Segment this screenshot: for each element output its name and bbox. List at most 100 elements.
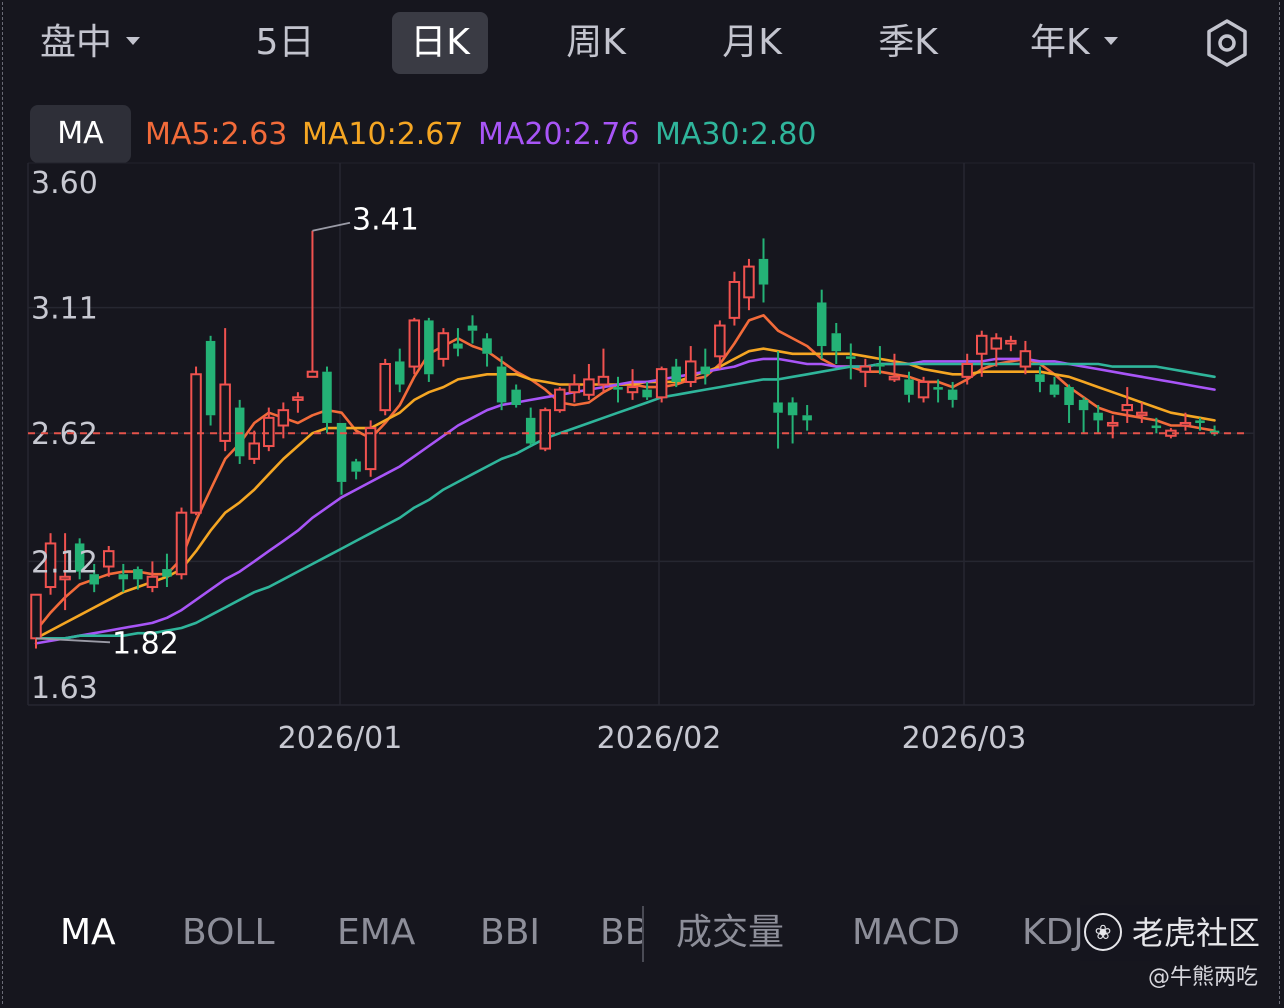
low-annotation: 1.82 [112,626,179,661]
high-annotation: 3.41 [352,203,419,238]
candle [714,320,726,370]
candle [1106,415,1119,439]
candle-body-up [554,388,566,412]
candle-body-down [846,356,856,359]
candle [379,358,391,416]
candle-body-down [758,258,769,285]
candle-body-up [655,368,668,399]
candle [700,348,711,385]
candle-body-down [511,389,521,406]
candle-body-up [190,373,202,514]
candle-body-down [1195,420,1205,423]
tab-bbi[interactable]: BBI [480,900,540,966]
tab-ema[interactable]: EMA [337,900,415,966]
candle-body-up [175,511,188,576]
candle-body-up [1005,339,1017,345]
candle [642,381,652,400]
candle-body-down [642,389,652,398]
candle [539,407,551,452]
candle-body-up [1179,421,1192,427]
candle-body-down [1093,412,1103,421]
candle-body-up [103,550,115,568]
tab-ma[interactable]: MA [60,900,116,966]
candle [248,430,260,464]
y-tick-label: 2.62 [31,417,98,452]
candle-body-down [875,364,885,367]
candle-body-up [30,593,42,640]
candle-body-down [351,461,361,472]
y-tick-label: 2.12 [31,545,98,580]
candle-body-down [525,417,536,444]
candle-body-up [263,416,275,448]
candle [351,458,361,480]
candle [292,392,304,413]
candle-body-up [685,360,697,383]
candle-body-down [1049,384,1060,395]
candle [424,317,434,382]
candle [511,384,521,408]
candle [30,593,42,649]
x-tick-label: 2026/01 [278,721,403,756]
candle-body-down [205,340,216,416]
tab-boll[interactable]: BOLL [182,900,275,966]
y-tick-label: 3.11 [31,292,98,327]
y-tick-label: 1.63 [31,671,98,706]
tab-macd[interactable]: MACD [852,900,960,966]
candle-body-up [888,375,901,381]
candle [525,407,536,447]
candle [728,271,741,326]
candle [467,315,478,344]
watermark: ❀ 老虎社区 [1080,905,1261,961]
candle-body-up [408,319,421,368]
candle-body-down [1035,374,1045,382]
candle-body-up [437,332,450,360]
candle-body-up [146,575,159,589]
candle-body-up [917,380,930,399]
candle-body-down [947,389,958,400]
tab-kdj[interactable]: KDJ [1022,900,1084,966]
candle-body-down [904,379,914,395]
candle-body-up [714,324,726,358]
candle [1078,397,1089,434]
candle-body-down [496,366,507,403]
candle [583,364,595,400]
candle-body-down [787,402,798,416]
candle-body-down [802,415,812,421]
tab-bb[interactable]: BB [600,900,642,966]
tab-volume[interactable]: 成交量 [676,900,784,966]
kline-chart[interactable]: 3.60 3.11 2.62 2.12 1.63 2026/01 2026/02 2026/0… [0,0,1284,780]
candle-body-down [453,343,463,349]
candle [685,346,697,388]
candle-body-down [133,569,143,580]
candle-body-up [248,442,260,460]
candle-body-up [728,280,741,319]
candle-body-down [1064,387,1074,406]
candle [1209,425,1220,436]
candle [322,366,332,434]
candle [103,546,115,577]
candle-body-up [583,378,595,396]
candle-body-down [613,387,623,390]
candle [1049,376,1060,398]
candle [118,563,129,593]
candle [846,343,856,380]
candle [1019,340,1032,375]
candle-body-down [467,325,478,331]
candle-body-up [1121,404,1133,412]
candle-body-down [1078,399,1089,411]
candle [554,387,566,413]
candle-body-down [1151,425,1162,429]
candle [831,322,841,365]
candle [234,399,245,464]
candle-body-down [671,366,681,382]
candle-body-down [424,320,434,375]
candle [816,289,827,359]
author-handle: @牛熊两吃 [1147,965,1258,990]
high-leader-line [312,221,351,232]
candle [190,366,202,516]
candle-body-up [379,363,391,412]
candle-body-up [1019,350,1032,368]
candle-body-up [539,409,551,450]
candle-body-up [626,386,639,394]
candle [1005,335,1017,352]
